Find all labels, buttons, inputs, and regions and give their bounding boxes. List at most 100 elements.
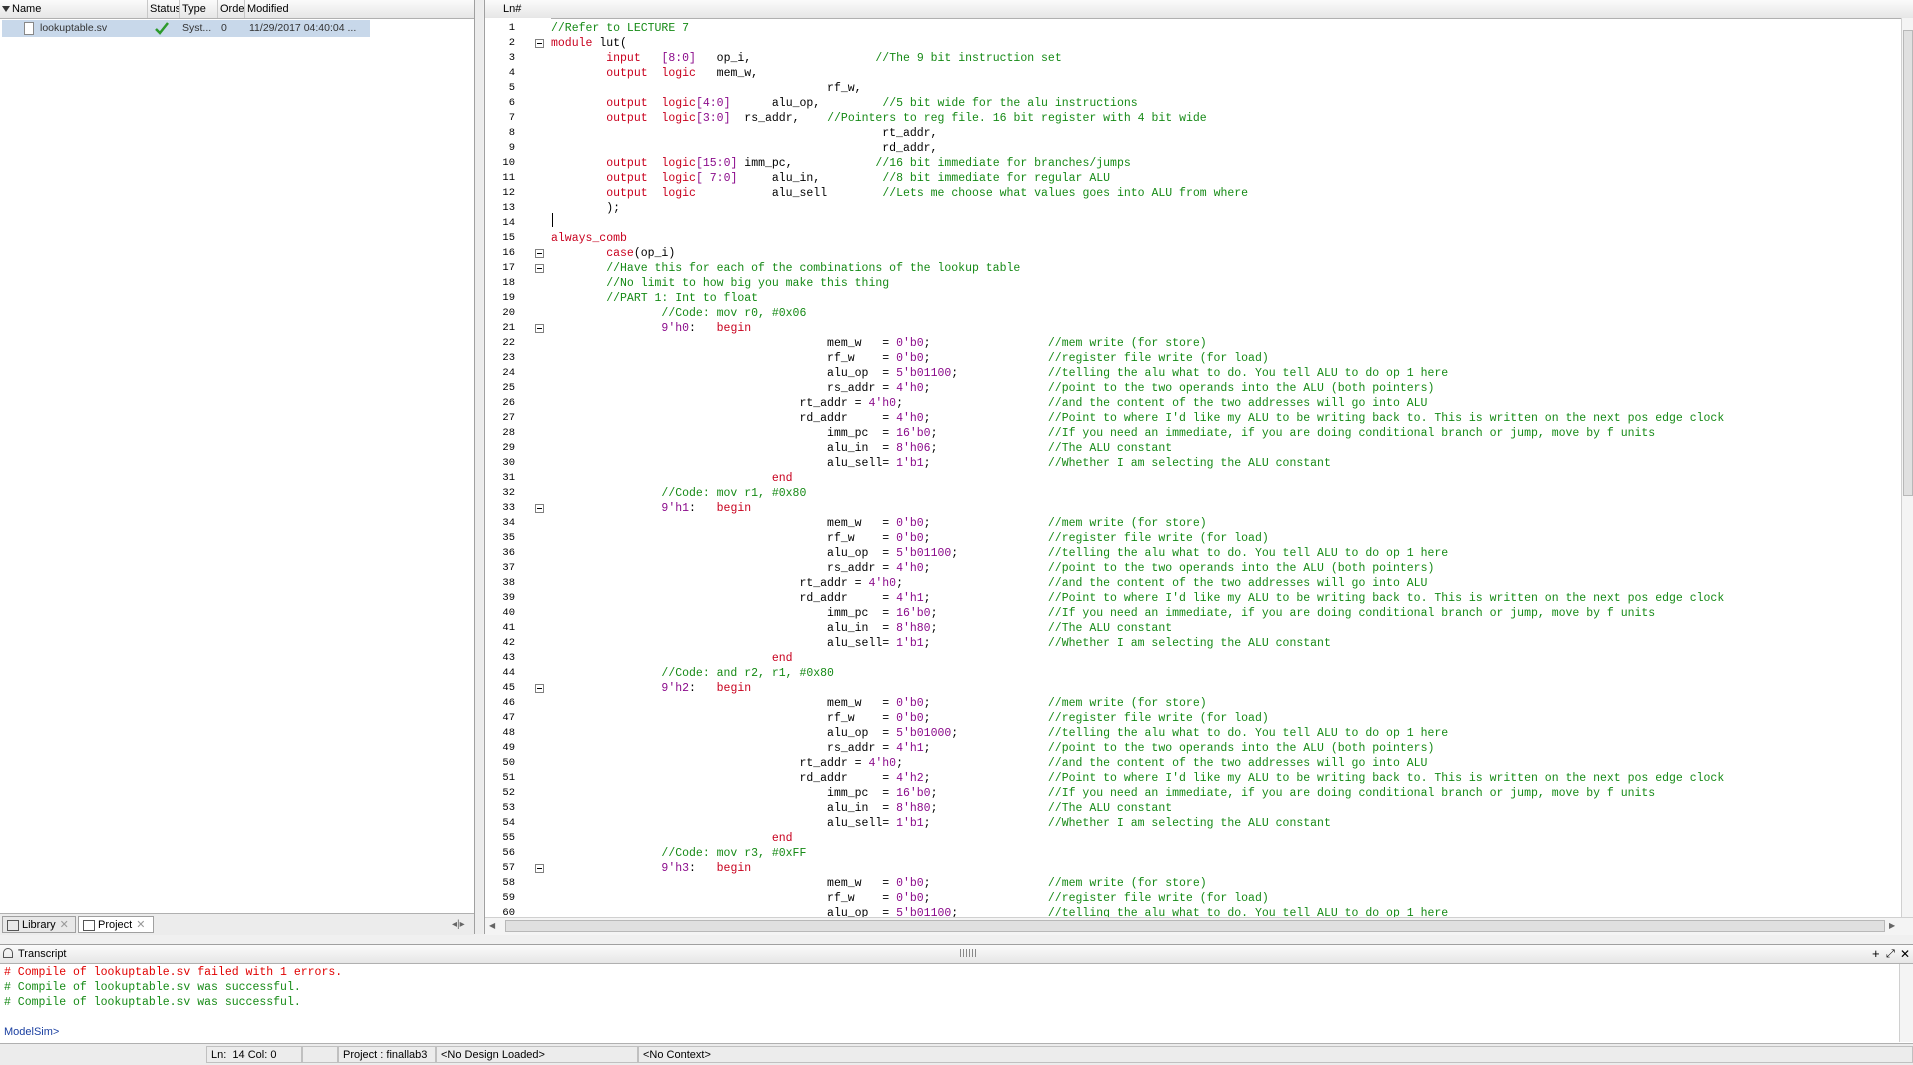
code-token: 16'b0 [896,607,931,620]
undock-icon[interactable]: ⤢ [1886,945,1895,963]
fold-toggle-icon[interactable] [535,324,544,333]
status-bar: Ln: 14 Col: 0 Project : finallab3 <No De… [0,1043,1913,1065]
code-line: rs_addr = 4'h1; //point to the two opera… [551,741,1434,756]
close-icon[interactable]: ✕ [136,919,145,931]
code-token: ; [923,382,1048,395]
code-line: rt_addr, [551,126,937,141]
code-token: //mem write (for store) [1047,337,1207,350]
code-line: rs_addr = 4'h0; //point to the two opera… [551,561,1434,576]
transcript-scrollbar[interactable] [1899,964,1913,1042]
code-token: 4'h1 [896,742,924,755]
line-number: 48 [502,727,515,739]
line-number: 58 [502,877,515,889]
command-prompt[interactable]: ModelSim> [4,1025,59,1040]
tab-library[interactable]: Library ✕ [2,916,76,933]
code-line: rd_addr = 4'h2; //Point to where I'd lik… [551,771,1724,786]
code-token: ; [951,907,1048,917]
code-token: //Whether I am selecting the ALU constan… [1047,817,1331,830]
code-line: 9'h1: begin [551,501,751,516]
transcript-line: # Compile of lookuptable.sv was successf… [4,996,301,1009]
scroll-left-icon[interactable]: ◀ [489,921,495,930]
source-editor: Ln# 1 2 3 4 5 6 7 8 9 10 11 12 13 14 15 16 17 18 19 20 21 22 2… [484,0,1913,935]
code-line: output logic[4:0] alu_op, //5 bit wide f… [551,96,1137,111]
code-token: //Whether I am selecting the ALU constan… [1047,637,1331,650]
fold-toggle-icon[interactable] [535,504,544,513]
code-token: ; [896,577,1048,590]
horizontal-scrollbar[interactable]: ◀ ▶ [485,917,1913,935]
status-design: <No Design Loaded> [436,1046,638,1063]
code-token: //Refer to LECTURE 7 [551,22,690,35]
code-token: 1'b1 [896,457,924,470]
transcript-output[interactable]: # Compile of lookuptable.sv failed with … [0,964,1895,1042]
code-token: 4'h0 [896,562,924,575]
code-token: mem_w = [551,697,897,710]
code-token: ; [923,877,1048,890]
code-token: 0'b0 [896,712,924,725]
status-blank [302,1046,338,1063]
column-name[interactable]: Name [0,0,148,18]
code-token: //Code: mov r3, #0xFF [661,847,807,860]
vertical-splitter[interactable] [475,0,483,934]
code-token: //If you need an immediate, if you are d… [1047,787,1656,800]
column-order[interactable]: Order [218,0,245,18]
column-modified[interactable]: Modified [245,0,474,18]
cursor-position: Ln: 14 Col: 0 [206,1046,302,1063]
column-status[interactable]: Status [148,0,180,18]
line-number: 40 [502,607,515,619]
code-line: 9'h2: begin [551,681,751,696]
line-number: 57 [502,862,515,874]
line-number: 32 [502,487,515,499]
code-line: ); [551,201,620,216]
code-token: 0'b0 [896,517,924,530]
line-number: 36 [502,547,515,559]
code-token: alu_sell= [551,457,897,470]
code-token: ; [951,367,1048,380]
fold-toggle-icon[interactable] [535,864,544,873]
line-number: 35 [502,532,515,544]
code-token: output [606,97,648,110]
fold-toggle-icon[interactable] [535,39,544,48]
code-token: 4'h1 [896,592,924,605]
code-line: mem_w = 0'b0; //mem write (for store) [551,696,1207,711]
fold-toggle-icon[interactable] [535,684,544,693]
vertical-scroll-thumb[interactable] [1903,30,1913,496]
close-icon[interactable]: ✕ [60,919,69,931]
horizontal-scroll-thumb[interactable] [505,920,1885,932]
code-token: : [689,322,717,335]
fold-toggle-icon[interactable] [535,249,544,258]
tab-project[interactable]: Project ✕ [78,916,154,933]
code-token: logic [661,187,696,200]
code-token: ; [923,712,1048,725]
tab-scroll-icon[interactable]: ◂|▸ [452,917,472,932]
vertical-scrollbar[interactable] [1901,18,1913,917]
code-token: //Point to where I'd like my ALU to be w… [1047,412,1725,425]
transcript-header: Transcript + ⤢ ✕ [0,945,1913,964]
code-line: rs_addr = 4'h0; //point to the two opera… [551,381,1434,396]
code-token: ; [896,757,1048,770]
project-file-row[interactable]: lookuptable.sv Syst... 0 11/29/2017 04:4… [2,20,370,37]
fold-toggle-icon[interactable] [535,264,544,273]
scroll-right-icon[interactable]: ▶ [1889,921,1895,930]
code-token: rs_addr = [551,562,897,575]
code-line: rt_addr = 4'h0; //and the content of the… [551,576,1427,591]
code-area[interactable]: //Refer to LECTURE 7 module lut( input [8… [551,18,1885,917]
code-token: //register file write (for load) [1047,532,1269,545]
code-token: rs_addr = [551,382,897,395]
close-icon[interactable]: ✕ [1900,945,1910,963]
code-token: rf_w, [551,82,862,95]
code-token: ; [951,727,1048,740]
drag-handle-icon[interactable] [960,949,978,957]
code-token: alu_in = [551,802,897,815]
line-number: 50 [502,757,515,769]
add-icon[interactable]: + [1872,945,1880,963]
line-number: 53 [502,802,515,814]
code-token: logic [661,67,696,80]
code-line: rd_addr = 4'h1; //Point to where I'd lik… [551,591,1724,606]
column-type[interactable]: Type [180,0,218,18]
